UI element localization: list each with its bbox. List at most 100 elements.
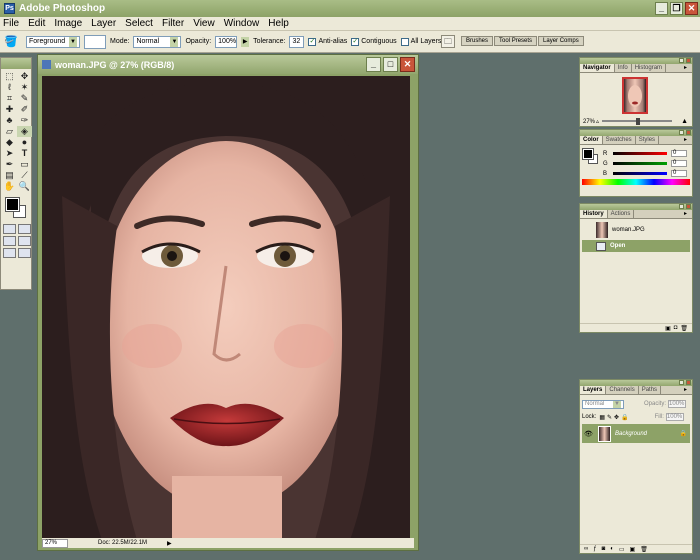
palette-close-icon[interactable]	[686, 380, 691, 385]
document-title-bar[interactable]: woman.JPG @ 27% (RGB/8)	[38, 55, 418, 74]
palette-close-icon[interactable]	[686, 204, 691, 209]
layer-opacity-field[interactable]: 100%	[668, 400, 687, 408]
fill-source-select[interactable]: Foreground ▼	[26, 35, 80, 48]
jump-to-imageready-icon[interactable]	[18, 248, 31, 258]
green-slider[interactable]	[613, 162, 667, 165]
tab-color[interactable]: Color	[580, 136, 603, 144]
palette-minimize-icon[interactable]	[679, 130, 684, 135]
slice-tool-icon[interactable]: ✎	[17, 93, 32, 104]
red-value-field[interactable]: 0	[671, 150, 687, 157]
menu-edit[interactable]: Edit	[28, 18, 45, 29]
close-button[interactable]: ✕	[685, 2, 698, 15]
camera-icon[interactable]: ◘	[674, 325, 678, 331]
move-tool-icon[interactable]: ✥	[17, 71, 32, 82]
color-spectrum-ramp[interactable]	[582, 179, 690, 185]
clone-stamp-tool-icon[interactable]: ♣	[2, 115, 17, 126]
lock-all-icon[interactable]: 🔒	[621, 414, 628, 421]
delete-layer-icon[interactable]: 🗑	[640, 546, 648, 553]
minimize-button[interactable]: _	[655, 2, 668, 15]
crop-tool-icon[interactable]: ⌗	[2, 93, 17, 104]
palette-minimize-icon[interactable]	[679, 380, 684, 385]
palette-menu-icon[interactable]: ▸	[684, 211, 691, 217]
tab-channels[interactable]: Channels	[606, 386, 639, 394]
doc-minimize-button[interactable]: _	[366, 57, 381, 72]
notes-tool-icon[interactable]: ▤	[2, 170, 17, 181]
navigator-zoom-slider-knob[interactable]	[636, 118, 640, 125]
magic-wand-tool-icon[interactable]: ✶	[17, 82, 32, 93]
well-tab-brushes[interactable]: Brushes	[461, 36, 494, 46]
zoom-field[interactable]: 27%	[42, 538, 68, 548]
healing-brush-tool-icon[interactable]: ✚	[2, 104, 17, 115]
quick-mask-mode-icon[interactable]	[18, 224, 31, 234]
red-slider[interactable]	[613, 152, 667, 155]
lock-position-icon[interactable]: ✥	[614, 414, 619, 421]
standard-mode-icon[interactable]	[3, 224, 16, 234]
pen-tool-icon[interactable]: ✒	[2, 159, 17, 170]
marquee-tool-icon[interactable]: ⬚	[2, 71, 17, 82]
tab-paths[interactable]: Paths	[639, 386, 662, 394]
palette-minimize-icon[interactable]	[679, 58, 684, 63]
well-tab-tool-presets[interactable]: Tool Presets	[494, 36, 538, 46]
foreground-color-swatch[interactable]	[582, 148, 594, 160]
antialias-checkbox[interactable]: ✓ Anti-alias	[308, 37, 347, 46]
blur-tool-icon[interactable]: ◆	[2, 137, 17, 148]
full-screen-mode-icon[interactable]	[3, 248, 16, 258]
opacity-field[interactable]: 100%	[215, 35, 238, 48]
type-tool-icon[interactable]: T	[17, 148, 32, 159]
layer-mask-icon[interactable]: ◙	[602, 546, 606, 552]
palette-close-icon[interactable]	[686, 130, 691, 135]
paint-bucket-icon[interactable]: 🪣	[4, 35, 22, 48]
opacity-arrow-icon[interactable]: ▶	[241, 36, 250, 47]
paint-bucket-tool-icon[interactable]: ◈	[17, 126, 32, 137]
navigator-thumbnail[interactable]	[622, 77, 648, 114]
zoom-in-icon[interactable]: ▲	[681, 118, 688, 125]
menu-select[interactable]: Select	[125, 18, 153, 29]
tab-histogram[interactable]: Histogram	[632, 64, 667, 72]
layer-row[interactable]: 👁 Background 🔒	[582, 424, 690, 443]
full-screen-menu-mode-icon[interactable]	[18, 236, 31, 246]
blue-value-field[interactable]: 0	[671, 170, 687, 177]
status-arrow-icon[interactable]: ▶	[167, 540, 172, 547]
new-group-icon[interactable]: ▭	[619, 546, 625, 553]
tab-layers[interactable]: Layers	[580, 386, 607, 394]
navigator-zoom-field[interactable]: 27%	[583, 119, 595, 125]
restore-button[interactable]: ❐	[670, 2, 683, 15]
image-canvas[interactable]	[42, 76, 410, 540]
path-selection-tool-icon[interactable]: ➤	[2, 148, 17, 159]
menu-help[interactable]: Help	[268, 18, 289, 29]
tab-navigator[interactable]: Navigator	[580, 64, 615, 72]
history-snapshot[interactable]: woman.JPG	[582, 221, 690, 239]
menu-image[interactable]: Image	[54, 18, 82, 29]
menu-view[interactable]: View	[193, 18, 215, 29]
history-brush-tool-icon[interactable]: ✑	[17, 115, 32, 126]
history-state[interactable]: Open	[582, 240, 690, 252]
toolbox-header[interactable]	[1, 58, 31, 69]
tab-styles[interactable]: Styles	[636, 136, 660, 144]
all-layers-checkbox[interactable]: All Layers	[400, 37, 441, 46]
brush-tool-icon[interactable]: ✐	[17, 104, 32, 115]
fill-field[interactable]: 100%	[665, 413, 684, 421]
foreground-color-swatch[interactable]	[5, 197, 20, 212]
menu-filter[interactable]: Filter	[162, 18, 184, 29]
adjustment-layer-icon[interactable]: ◐	[610, 546, 614, 552]
link-layers-icon[interactable]: ∞	[584, 546, 588, 552]
green-value-field[interactable]: 0	[671, 160, 687, 167]
menu-file[interactable]: File	[3, 18, 19, 29]
mode-select[interactable]: Normal ▼	[133, 35, 182, 48]
menu-layer[interactable]: Layer	[91, 18, 116, 29]
contiguous-checkbox[interactable]: ✓ Contiguous	[351, 37, 397, 46]
palette-menu-icon[interactable]: ▸	[684, 387, 691, 393]
eyedropper-tool-icon[interactable]: ⟋	[17, 170, 32, 181]
palette-menu-icon[interactable]: ▸	[684, 137, 691, 143]
menu-window[interactable]: Window	[224, 18, 260, 29]
tab-history[interactable]: History	[580, 210, 608, 218]
palette-close-icon[interactable]	[686, 58, 691, 63]
dodge-tool-icon[interactable]: ●	[17, 137, 32, 148]
tolerance-field[interactable]: 32	[289, 35, 305, 48]
file-browser-icon[interactable]: 🗀	[441, 35, 455, 48]
blue-slider[interactable]	[613, 172, 667, 175]
layer-style-icon[interactable]: ƒ	[593, 546, 596, 552]
tab-info[interactable]: Info	[615, 64, 632, 72]
new-layer-icon[interactable]: ▣	[630, 546, 636, 553]
standard-screen-mode-icon[interactable]	[3, 236, 16, 246]
